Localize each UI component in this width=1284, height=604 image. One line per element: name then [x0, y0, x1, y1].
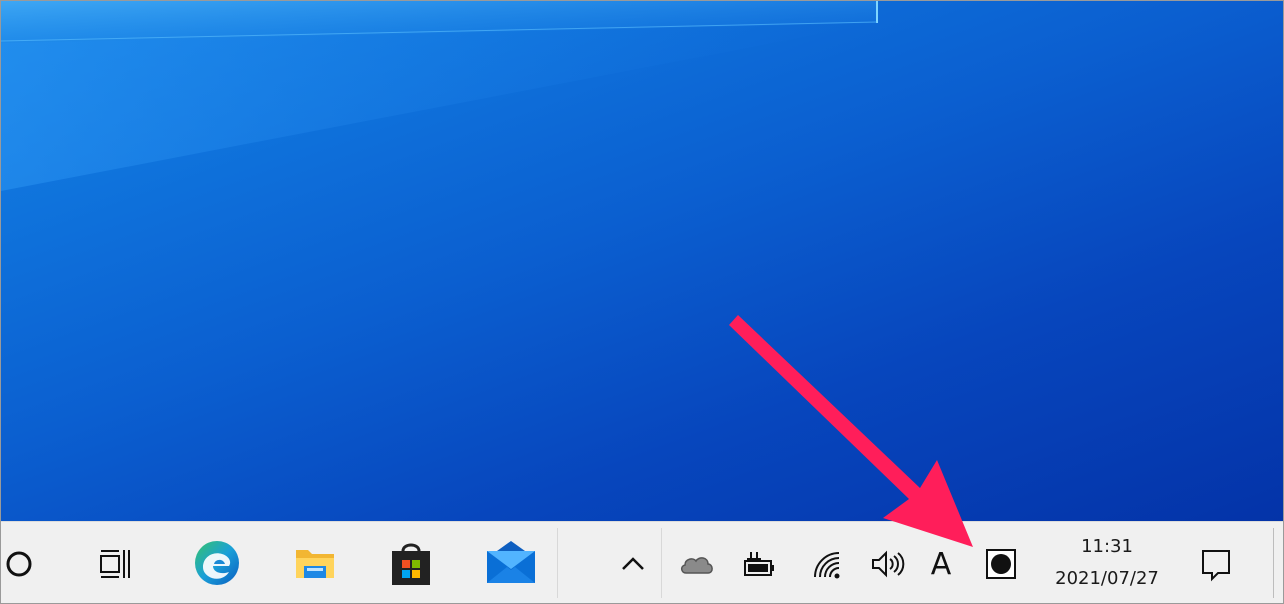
screen: A 11:31 2021/07/27 [0, 0, 1284, 604]
desktop-wallpaper [1, 1, 1283, 521]
show-desktop-button[interactable] [1273, 528, 1274, 598]
clock-date: 2021/07/27 [1055, 568, 1159, 589]
ime-icon[interactable]: A [921, 540, 961, 588]
battery-icon[interactable] [737, 542, 781, 586]
taskbar: A 11:31 2021/07/27 [1, 521, 1283, 603]
taskbar-separator [557, 528, 558, 598]
wifi-icon[interactable] [805, 542, 849, 586]
system-clock[interactable]: 11:31 2021/07/27 [1041, 530, 1173, 596]
night-light-icon[interactable] [981, 542, 1021, 586]
edge-icon[interactable] [189, 534, 245, 592]
onedrive-icon[interactable] [675, 542, 719, 586]
search-icon[interactable] [1, 536, 41, 592]
file-explorer-icon[interactable] [287, 534, 343, 592]
task-view-icon[interactable] [93, 536, 137, 592]
tray-separator [661, 528, 662, 598]
ime-label: A [930, 546, 952, 582]
microsoft-store-icon[interactable] [383, 534, 439, 592]
action-center-icon[interactable] [1191, 540, 1241, 588]
chevron-up-icon[interactable] [615, 542, 651, 586]
volume-icon[interactable] [865, 542, 909, 586]
clock-time: 11:31 [1081, 536, 1133, 557]
mail-icon[interactable] [481, 534, 541, 592]
